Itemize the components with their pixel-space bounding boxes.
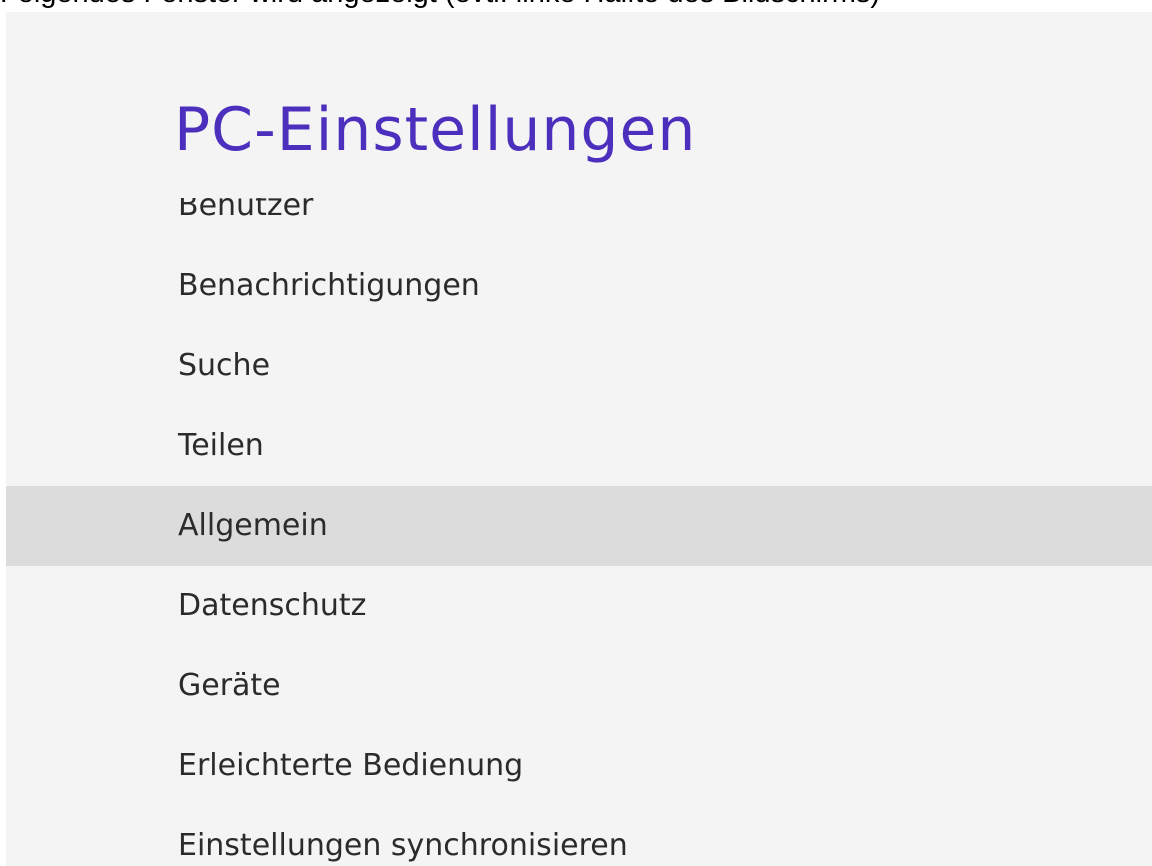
settings-category-list[interactable]: Benutzer Benachrichtigungen Suche Teilen… [6, 198, 1152, 866]
settings-item-allgemein[interactable]: Allgemein [6, 486, 1152, 566]
settings-category-scroll-content: Benutzer Benachrichtigungen Suche Teilen… [6, 198, 1152, 866]
settings-item-suche[interactable]: Suche [6, 326, 1152, 406]
settings-item-erleichterte-bedienung[interactable]: Erleichterte Bedienung [6, 726, 1152, 806]
settings-item-benutzer[interactable]: Benutzer [6, 198, 1152, 246]
settings-item-geraete[interactable]: Geräte [6, 646, 1152, 726]
pc-settings-panel: PC-Einstellungen Benutzer Benachrichtigu… [6, 12, 1152, 866]
settings-item-einstellungen-synchronisieren[interactable]: Einstellungen synchronisieren [6, 806, 1152, 866]
settings-item-benachrichtigungen[interactable]: Benachrichtigungen [6, 246, 1152, 326]
caption-text: Folgendes Fenster wird angezeigt (evtl. … [0, 0, 880, 10]
settings-item-teilen[interactable]: Teilen [6, 406, 1152, 486]
screenshot-page: Folgendes Fenster wird angezeigt (evtl. … [0, 0, 1152, 866]
page-title: PC-Einstellungen [174, 95, 697, 165]
settings-item-datenschutz[interactable]: Datenschutz [6, 566, 1152, 646]
